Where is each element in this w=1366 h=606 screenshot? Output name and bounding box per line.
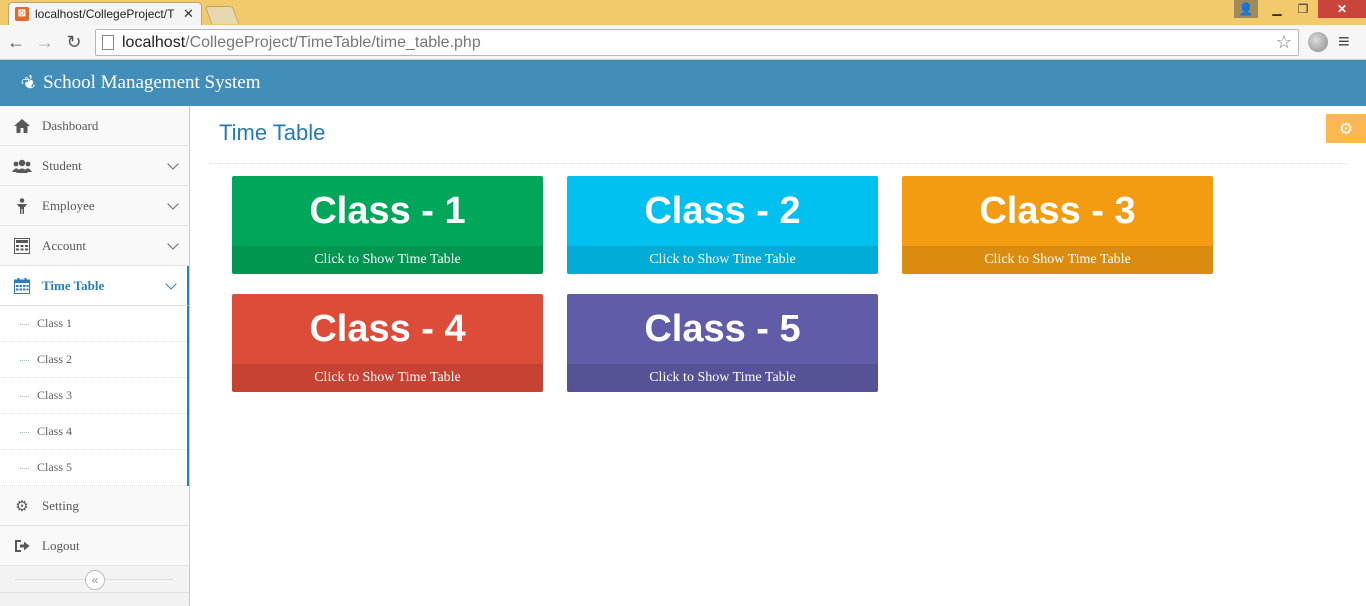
employee-icon xyxy=(12,197,32,215)
submenu-item-label: Class 5 xyxy=(37,460,73,474)
sidebar-item-label: Dashboard xyxy=(42,117,99,133)
browser-tab[interactable]: ⊠ localhost/CollegeProject/T ✕ xyxy=(8,2,202,25)
submenu-item-class-2[interactable]: Class 2 xyxy=(0,342,187,378)
sidebar-item-dashboard[interactable]: Dashboard xyxy=(0,106,189,146)
card-title: Class - 4 xyxy=(309,307,466,350)
bookmark-star-icon[interactable]: ☆ xyxy=(1276,32,1292,53)
app-header: ❦ School Management System xyxy=(0,60,1366,106)
card-title: Class - 2 xyxy=(644,189,801,232)
page-title: Time Table xyxy=(219,120,326,145)
submenu-item-class-3[interactable]: Class 3 xyxy=(0,378,187,414)
browser-menu-icon[interactable]: ≡ xyxy=(1338,31,1350,54)
sidebar-item-student[interactable]: Student xyxy=(0,146,189,186)
submenu-item-class-1[interactable]: Class 1 xyxy=(0,306,187,342)
sidebar-item-label: Student xyxy=(42,157,82,173)
chevron-down-icon xyxy=(167,158,179,170)
extension-icon[interactable] xyxy=(1308,32,1328,52)
calendar-icon xyxy=(12,277,32,295)
card-title: Class - 5 xyxy=(644,307,801,350)
class-3-card[interactable]: Class - 3 Click to Show Time Table xyxy=(902,176,1213,274)
tab-title: localhost/CollegeProject/T xyxy=(35,7,175,21)
submenu-item-label: Class 3 xyxy=(37,388,73,402)
class-2-card[interactable]: Class - 2 Click to Show Time Table xyxy=(567,176,878,274)
reload-icon[interactable]: ↻ xyxy=(63,30,85,54)
back-arrow-icon[interactable]: ← xyxy=(5,30,27,54)
sidebar-item-label: Logout xyxy=(42,537,80,553)
forward-arrow-icon[interactable]: → xyxy=(34,30,56,54)
sidebar-item-account[interactable]: Account xyxy=(0,226,189,266)
submenu-item-label: Class 1 xyxy=(37,316,73,330)
gear-icon: ⚙ xyxy=(15,497,29,515)
url-host: localhost xyxy=(122,33,186,51)
sidebar-item-label: Setting xyxy=(42,497,79,513)
submenu-item-label: Class 4 xyxy=(37,424,73,438)
users-icon xyxy=(12,157,32,175)
sidebar-item-label: Time Table xyxy=(42,277,105,293)
sidebar-item-label: Employee xyxy=(42,197,95,213)
sidebar-item-logout[interactable]: Logout xyxy=(0,526,189,566)
browser-tabstrip: ⊠ localhost/CollegeProject/T ✕ 👤 ▁ ❐ ✕ xyxy=(0,0,1366,25)
address-bar[interactable]: localhost/CollegeProject/TimeTable/time_… xyxy=(95,29,1299,56)
minimize-icon[interactable]: ▁ xyxy=(1264,0,1290,18)
url-path: /CollegeProject/TimeTable/time_table.php xyxy=(185,33,481,51)
card-title: Class - 1 xyxy=(309,189,466,232)
class-5-card[interactable]: Class - 5 Click to Show Time Table xyxy=(567,294,878,392)
maximize-icon[interactable]: ❐ xyxy=(1290,0,1316,18)
sidebar-item-time-table[interactable]: Time Table xyxy=(0,266,189,306)
close-icon[interactable]: ✕ xyxy=(183,6,194,22)
submenu-item-class-5[interactable]: Class 5 xyxy=(0,450,187,486)
sidebar: Dashboard Student Employee Account Time … xyxy=(0,106,190,606)
submenu-item-label: Class 2 xyxy=(37,352,73,366)
leaf-icon: ❦ xyxy=(17,70,41,96)
sign-out-icon xyxy=(12,537,32,555)
class-1-card[interactable]: Class - 1 Click to Show Time Table xyxy=(232,176,543,274)
browser-toolbar: ← → ↻ localhost/CollegeProject/TimeTable… xyxy=(0,25,1366,60)
show-time-table-link[interactable]: Click to Show Time Table xyxy=(232,246,543,274)
double-chevron-left-icon[interactable]: « xyxy=(85,570,105,590)
settings-toggle-button[interactable]: ⚙ xyxy=(1326,114,1366,143)
class-4-card[interactable]: Class - 4 Click to Show Time Table xyxy=(232,294,543,392)
sidebar-item-employee[interactable]: Employee xyxy=(0,186,189,226)
chevron-down-icon xyxy=(167,198,179,210)
time-table-submenu: Class 1 Class 2 Class 3 Class 4 Class 5 xyxy=(0,306,189,486)
sidebar-collapse-bar: « xyxy=(0,566,189,593)
card-title: Class - 3 xyxy=(979,189,1136,232)
brand-title[interactable]: School Management System xyxy=(43,72,260,94)
xampp-favicon-icon: ⊠ xyxy=(15,7,29,21)
calculator-icon xyxy=(12,237,32,255)
window-close-icon[interactable]: ✕ xyxy=(1318,0,1366,18)
submenu-item-class-4[interactable]: Class 4 xyxy=(0,414,187,450)
show-time-table-link[interactable]: Click to Show Time Table xyxy=(232,364,543,392)
show-time-table-link[interactable]: Click to Show Time Table xyxy=(567,246,878,274)
page-icon xyxy=(102,35,114,50)
home-icon xyxy=(12,117,32,135)
user-icon[interactable]: 👤 xyxy=(1234,0,1258,18)
new-tab-button[interactable] xyxy=(204,6,240,24)
sidebar-item-label: Account xyxy=(42,237,87,253)
divider xyxy=(210,163,1348,164)
gear-icon: ⚙ xyxy=(1338,120,1354,138)
show-time-table-link[interactable]: Click to Show Time Table xyxy=(902,246,1213,274)
sidebar-item-setting[interactable]: ⚙ Setting xyxy=(0,486,189,526)
chevron-down-icon xyxy=(167,238,179,250)
chevron-down-icon xyxy=(165,278,177,290)
show-time-table-link[interactable]: Click to Show Time Table xyxy=(567,364,878,392)
